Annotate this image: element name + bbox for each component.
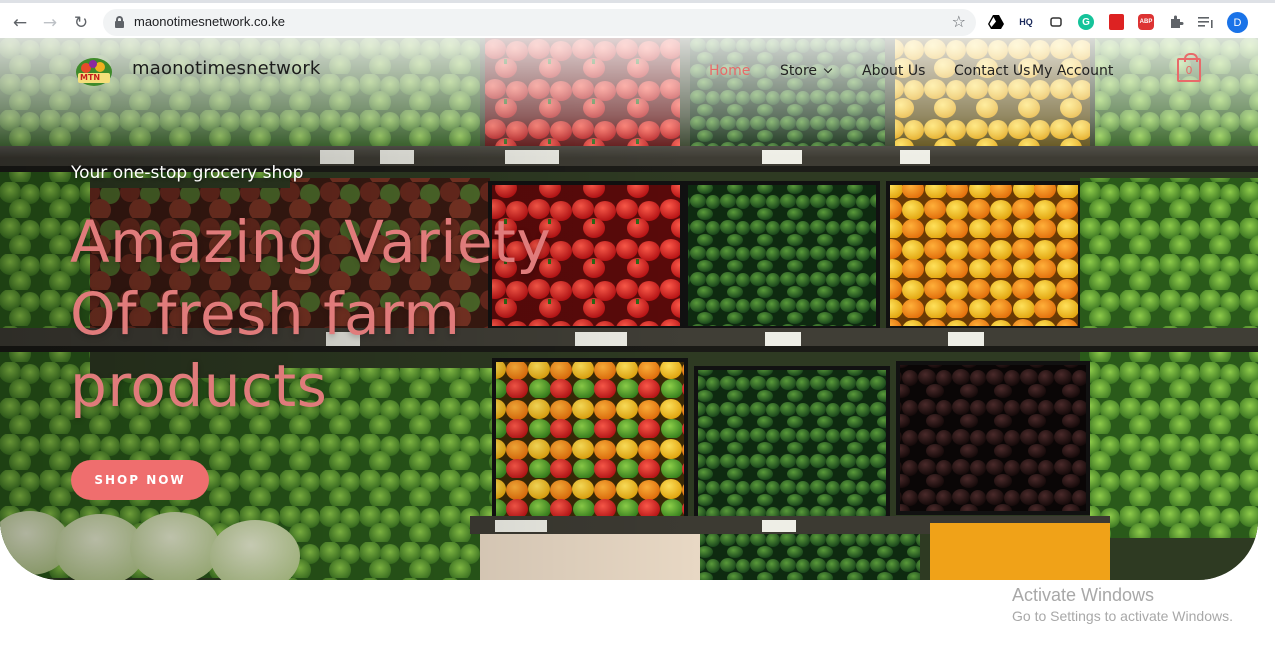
hero-tagline: Your one-stop grocery shop xyxy=(71,163,304,183)
browser-toolbar: ← → ↻ maonotimesnetwork.co.ke ☆ HQ G ABP… xyxy=(0,0,1275,38)
pdf-extension-icon[interactable] xyxy=(1107,13,1125,31)
back-icon[interactable]: ← xyxy=(9,12,31,34)
headline-line-3: products xyxy=(70,352,328,420)
nav-contact-us[interactable]: Contact Us xyxy=(954,63,1030,79)
hero-headline: Amazing Variety Of fresh farm products xyxy=(70,206,630,422)
cart-bag-icon[interactable]: 0 xyxy=(1177,53,1201,82)
url-text: maonotimesnetwork.co.ke xyxy=(134,14,286,29)
chevron-down-icon xyxy=(823,64,833,74)
nav-about-us[interactable]: About Us xyxy=(862,63,925,79)
shop-now-button[interactable]: SHOP NOW xyxy=(71,460,209,500)
headline-line-1: Amazing Variety xyxy=(70,208,552,276)
nav-store[interactable]: Store xyxy=(780,63,833,79)
hq-extension-icon[interactable]: HQ xyxy=(1017,13,1035,31)
activate-windows-subtitle: Go to Settings to activate Windows. xyxy=(1012,608,1233,624)
nav-store-label: Store xyxy=(780,63,818,79)
lock-icon xyxy=(115,16,124,28)
headline-line-2: Of fresh farm xyxy=(70,280,461,348)
logo-text: MTN xyxy=(80,73,101,82)
profile-avatar[interactable]: D xyxy=(1227,12,1248,33)
nav-my-account[interactable]: My Account xyxy=(1032,63,1113,79)
grammarly-icon[interactable]: G xyxy=(1077,13,1095,31)
cart-count: 0 xyxy=(1185,63,1193,77)
nav-home[interactable]: Home xyxy=(709,63,750,79)
adblock-icon[interactable]: ABP xyxy=(1137,13,1155,31)
address-bar[interactable]: maonotimesnetwork.co.ke ☆ xyxy=(103,9,976,36)
site-logo[interactable]: MTN xyxy=(72,54,116,90)
bookmark-star-icon[interactable]: ☆ xyxy=(952,12,966,31)
forward-icon[interactable]: → xyxy=(39,12,61,34)
hero-section: MTN maonotimesnetwork Home Store About U… xyxy=(0,38,1258,580)
reading-list-icon[interactable] xyxy=(1197,13,1215,31)
extensions-puzzle-icon[interactable] xyxy=(1167,13,1185,31)
screenshot-extension-icon[interactable] xyxy=(1047,13,1065,31)
site-name[interactable]: maonotimesnetwork xyxy=(132,58,321,79)
drive-extension-icon[interactable] xyxy=(987,13,1005,31)
activate-windows-title: Activate Windows xyxy=(1012,585,1155,605)
reload-icon[interactable]: ↻ xyxy=(70,12,92,34)
